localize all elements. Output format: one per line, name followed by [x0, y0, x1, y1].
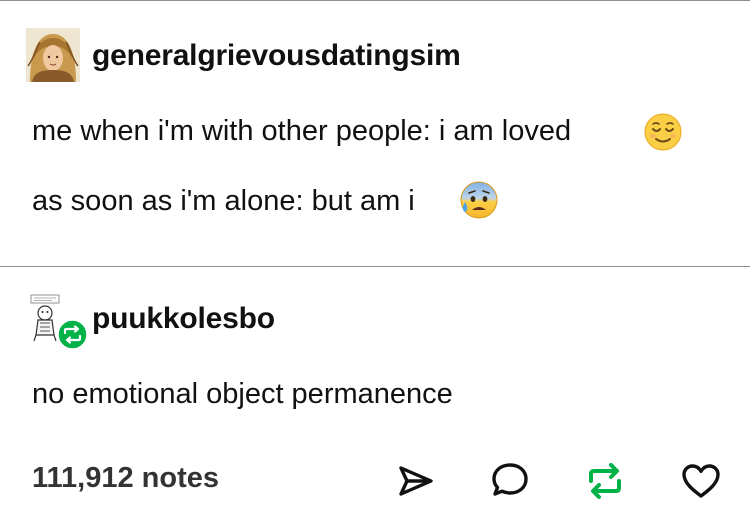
original-username[interactable]: generalgrievousdatingsim — [92, 39, 461, 73]
heart-icon — [682, 464, 720, 498]
reblog-button[interactable] — [583, 461, 627, 501]
avatar[interactable] — [26, 28, 80, 82]
post-text-line-1: me when i'm with other people: i am love… — [32, 115, 572, 147]
share-button[interactable] — [396, 462, 436, 500]
relieved-face-emoji-icon — [643, 112, 683, 152]
reply-icon — [492, 463, 528, 496]
anxious-face-with-sweat-emoji-icon — [459, 180, 499, 220]
post-divider — [0, 266, 750, 267]
notes-count[interactable]: 111,912 notes — [32, 462, 219, 495]
reblog-badge — [56, 318, 89, 351]
reblog-text: no emotional object permanence — [32, 378, 453, 410]
post-text-line-2: as soon as i'm alone: but am i — [32, 185, 415, 217]
like-button[interactable] — [680, 461, 722, 501]
reply-button[interactable] — [489, 460, 531, 500]
reblog-icon — [56, 318, 89, 351]
top-divider — [0, 0, 750, 1]
share-icon — [399, 466, 433, 496]
reblog-icon — [589, 463, 621, 499]
portrait-avatar-icon — [26, 28, 80, 82]
reblogger-username[interactable]: puukkolesbo — [92, 302, 275, 336]
